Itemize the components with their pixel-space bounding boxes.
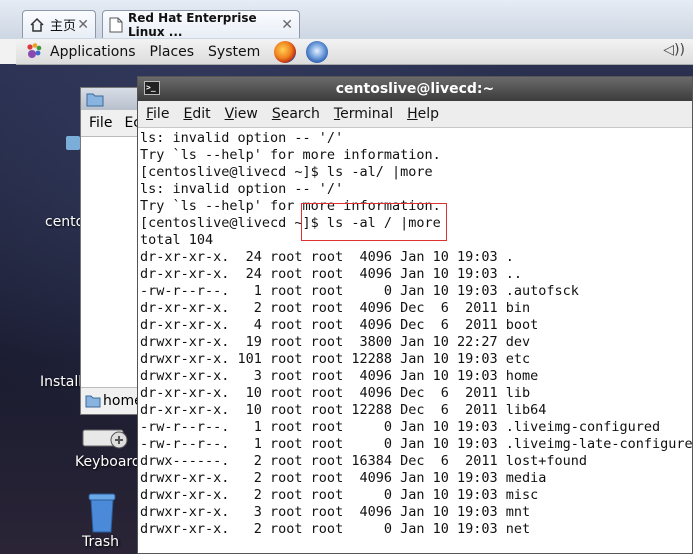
menu-edit[interactable]: Edit — [183, 106, 210, 122]
terminal-line: dr-xr-xr-x. 24 root root 4096 Jan 10 19:… — [140, 266, 523, 282]
menubar: File Edit View Search Terminal Help — [138, 101, 692, 128]
menu-help[interactable]: Help — [407, 106, 439, 122]
tab-label: Red Hat Enterprise Linux ... — [128, 10, 257, 39]
terminal-line: total 104 — [140, 232, 214, 248]
menu-view[interactable]: View — [225, 106, 258, 122]
page-icon — [109, 17, 123, 33]
window-title: centoslive@livecd:~ — [335, 81, 495, 97]
terminal-line: drwxr-xr-x. 3 root root 4096 Jan 10 19:0… — [140, 504, 531, 520]
desktop-icon-label: Keyboard — [75, 454, 141, 470]
terminal-line: dr-xr-xr-x. 2 root root 4096 Dec 6 2011 … — [140, 300, 531, 316]
desktop-icon-label: Install — [40, 374, 83, 390]
terminal-line: -rw-r--r--. 1 root root 0 Jan 10 19:03 .… — [140, 436, 693, 452]
desktop-icon-install[interactable]: Install — [40, 374, 82, 390]
folder-icon — [86, 93, 104, 107]
desktop-icon-trash[interactable]: Trash — [82, 490, 120, 550]
terminal-line: dr-xr-xr-x. 24 root root 4096 Jan 10 19:… — [140, 249, 514, 265]
terminal-line: [centoslive@livecd ~]$ ls -al/ |more — [140, 164, 433, 180]
menu-file[interactable]: File — [89, 115, 112, 131]
applications-menu[interactable]: Applications — [50, 44, 136, 60]
close-icon[interactable]: ✕ — [281, 17, 293, 33]
terminal-output[interactable]: ls: invalid option -- '/' Try `ls --help'… — [138, 128, 693, 538]
tab-home[interactable]: 主页 ✕ — [22, 10, 96, 38]
tab-label: 主页 — [50, 19, 77, 34]
terminal-line: drwxr-xr-x. 19 root root 3800 Jan 10 22:… — [140, 334, 531, 350]
terminal-line: drwxr-xr-x. 2 root root 4096 Jan 10 19:0… — [140, 470, 547, 486]
terminal-line: drwxr-xr-x. 101 root root 12288 Jan 10 1… — [140, 351, 531, 367]
menu-terminal[interactable]: Terminal — [334, 106, 393, 122]
terminal-line: -rw-r--r--. 1 root root 0 Jan 10 19:03 .… — [140, 419, 661, 435]
desktop-icon-keyboard[interactable]: Keyboard — [75, 420, 141, 470]
tab-redhat[interactable]: Red Hat Enterprise Linux ... ✕ — [102, 10, 300, 39]
terminal-line: Try `ls --help' for more information. — [140, 198, 441, 214]
terminal-line: dr-xr-xr-x. 10 root root 12288 Dec 6 201… — [140, 402, 547, 418]
speaker-icon[interactable]: ◁)) — [663, 42, 685, 58]
terminal-line: drwxr-xr-x. 3 root root 4096 Jan 10 19:0… — [140, 368, 539, 384]
thunderbird-icon[interactable] — [306, 40, 329, 63]
trash-icon — [88, 493, 116, 533]
terminal-line: ls: invalid option -- '/' — [140, 181, 344, 197]
terminal-window: >_ centoslive@livecd:~ File Edit View Se… — [137, 76, 693, 554]
terminal-line: Try `ls --help' for more information. — [140, 147, 441, 163]
menu-search[interactable]: Search — [272, 106, 320, 122]
terminal-line: dr-xr-xr-x. 10 root root 4096 Dec 6 2011… — [140, 385, 531, 401]
close-icon[interactable]: ✕ — [77, 17, 89, 33]
window-titlebar[interactable]: >_ centoslive@livecd:~ — [138, 77, 692, 101]
top-panel: Applications Places System ◁)) — [16, 39, 693, 65]
browser-tab-strip: 主页 ✕ Red Hat Enterprise Linux ... ✕ — [0, 0, 693, 40]
menu-file[interactable]: File — [146, 106, 169, 122]
terminal-line: drwxr-xr-x. 2 root root 0 Jan 10 19:03 n… — [140, 521, 531, 537]
terminal-line: ls: invalid option -- '/' — [140, 130, 344, 146]
terminal-line: -rw-r--r--. 1 root root 0 Jan 10 19:03 .… — [140, 283, 579, 299]
places-menu[interactable]: Places — [150, 44, 195, 60]
home-icon — [29, 17, 45, 33]
terminal-line: dr-xr-xr-x. 4 root root 4096 Dec 6 2011 … — [140, 317, 539, 333]
system-menu[interactable]: System — [208, 44, 260, 60]
terminal-line: [centoslive@livecd ~]$ ls -al / |more — [140, 215, 441, 231]
terminal-icon: >_ — [144, 81, 160, 95]
folder-icon — [85, 395, 101, 408]
folder-icon[interactable] — [66, 136, 80, 150]
terminal-line: drwxr-xr-x. 2 root root 0 Jan 10 19:03 m… — [140, 487, 539, 503]
gnome-foot-icon — [27, 42, 42, 58]
desktop-icon-label: Trash — [82, 534, 119, 550]
keyboard-icon — [82, 429, 128, 449]
terminal-line: drwx------. 2 root root 16384 Dec 6 2011… — [140, 453, 588, 469]
firefox-icon[interactable] — [274, 40, 297, 63]
